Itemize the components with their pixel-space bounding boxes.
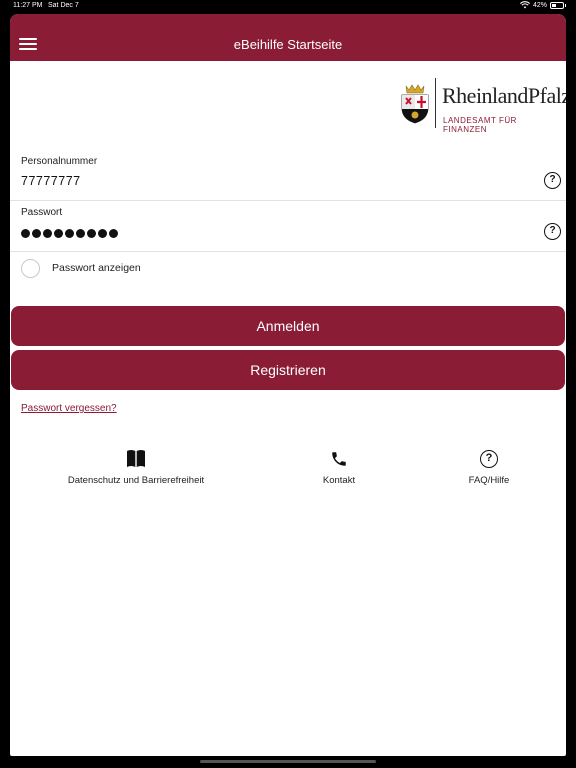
- status-time: 11:27 PM: [13, 2, 43, 9]
- logo-wordmark: RheinlandPfalz: [442, 83, 566, 108]
- faq-label: FAQ/Hilfe: [468, 475, 510, 486]
- book-icon: [127, 450, 145, 467]
- password-dot: [21, 229, 30, 238]
- page-title: eBeihilfe Startseite: [233, 37, 343, 52]
- passwort-field[interactable]: Passwort ?: [10, 201, 566, 252]
- show-password-label: Passwort anzeigen: [52, 262, 141, 274]
- show-password-toggle[interactable]: [21, 258, 40, 278]
- password-dot: [54, 229, 63, 238]
- wifi-icon: [519, 1, 530, 9]
- login-button[interactable]: Anmelden: [11, 306, 565, 346]
- battery-percent: 42%: [532, 1, 547, 9]
- password-dot: [109, 229, 118, 238]
- status-right: 42%: [519, 1, 566, 9]
- home-indicator: [200, 760, 376, 763]
- passwort-input[interactable]: [21, 229, 118, 238]
- password-dot: [43, 229, 52, 238]
- logo-subtitle: LANDESAMT FÜR FINANZEN: [443, 116, 517, 134]
- rlp-logo: RheinlandPfalz LANDESAMT FÜR FINANZEN: [400, 78, 566, 134]
- register-button[interactable]: Registrieren: [11, 350, 565, 390]
- navbar: eBeihilfe Startseite: [10, 14, 566, 61]
- personalnummer-input[interactable]: 77777777: [21, 174, 81, 188]
- password-dot: [65, 229, 74, 238]
- personalnummer-help-icon[interactable]: ?: [544, 172, 561, 189]
- status-date: Sat Dec 7: [48, 2, 79, 9]
- kontakt-label: Kontakt: [322, 475, 356, 486]
- passwort-help-icon[interactable]: ?: [544, 223, 561, 240]
- personalnummer-label: Personalnummer: [21, 156, 98, 167]
- datenschutz-label: Datenschutz und Barrierefreiheit: [67, 475, 205, 486]
- status-bar: 11:27 PM Sat Dec 7 42%: [0, 0, 576, 13]
- password-dot: [76, 229, 85, 238]
- logo-divider: [435, 78, 436, 128]
- question-circle-icon: ?: [480, 450, 498, 468]
- coat-of-arms-icon: [401, 84, 429, 124]
- battery-icon: [550, 1, 566, 9]
- show-password-row[interactable]: Passwort anzeigen: [21, 258, 141, 278]
- personalnummer-field[interactable]: Personalnummer 77777777 ?: [10, 150, 566, 201]
- datenschutz-link[interactable]: Datenschutz und Barrierefreiheit: [66, 446, 206, 486]
- password-dot: [87, 229, 96, 238]
- password-dot: [32, 229, 41, 238]
- forgot-password-link[interactable]: Passwort vergessen?: [21, 403, 117, 414]
- phone-icon: [332, 452, 346, 466]
- battery-fill: [552, 3, 557, 7]
- faq-link[interactable]: ? FAQ/Hilfe: [462, 446, 516, 486]
- kontakt-link[interactable]: Kontakt: [310, 446, 368, 486]
- passwort-label: Passwort: [21, 207, 63, 218]
- app-screen: eBeihilfe Startseite RheinlandPfalz LAND…: [10, 14, 566, 756]
- password-dot: [98, 229, 107, 238]
